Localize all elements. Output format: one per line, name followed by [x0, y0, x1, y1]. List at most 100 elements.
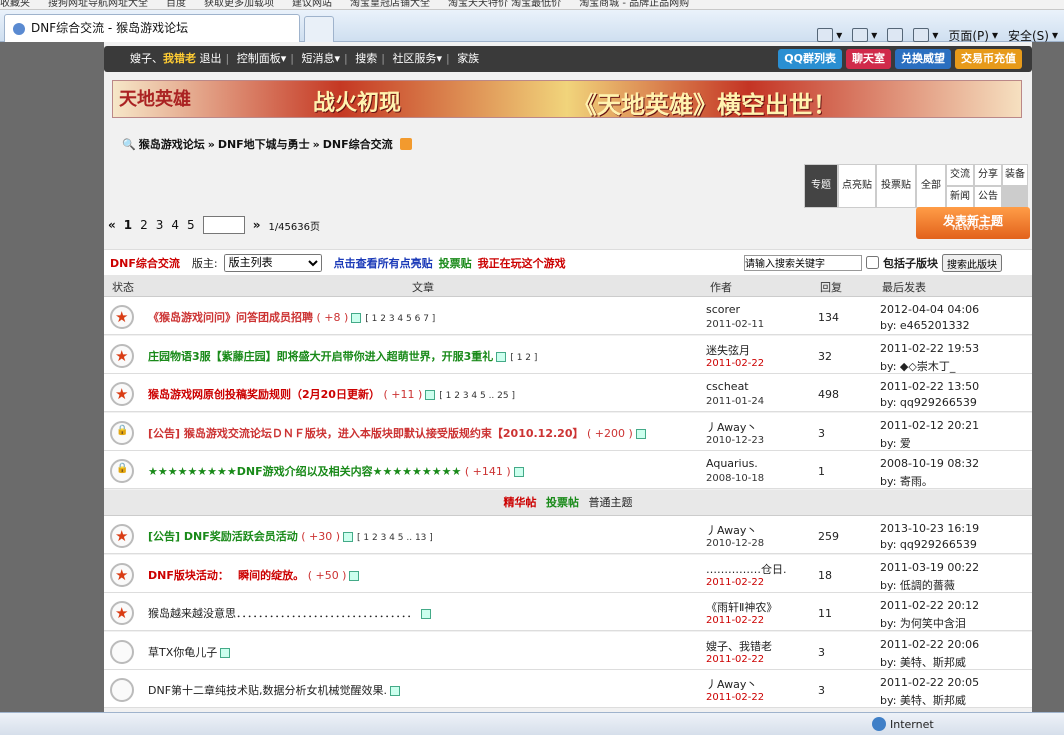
nav-messages[interactable]: 短消息 [301, 52, 334, 65]
breadcrumb-current[interactable]: DNF综合交流 [323, 136, 393, 152]
pager-page-2[interactable]: 2 [140, 218, 148, 232]
filter-equip[interactable]: 装备 [1002, 164, 1028, 186]
favorite-link[interactable]: 淘宝皇冠店铺大全 [350, 0, 430, 9]
topic-row[interactable]: ★★★★★★★★★DNF游戏介绍以及相关内容★★★★★★★★★ ( +141 )… [104, 451, 1032, 489]
topic-author[interactable]: 丿Away丶 [706, 419, 757, 435]
breadcrumb-home[interactable]: 猴岛游戏论坛 [139, 136, 205, 152]
rss-icon[interactable] [399, 138, 412, 150]
pager-next[interactable]: » [253, 218, 261, 232]
last-post-by[interactable]: by: 为何笑中含泪 [880, 615, 966, 631]
topic-title[interactable]: 《猴岛游戏问问》问答团成员招聘 ( +8 )[ 1 2 3 4 5 6 7 ] [148, 309, 435, 325]
topic-row[interactable]: 《猴岛游戏问问》问答团成员招聘 ( +8 )[ 1 2 3 4 5 6 7 ] s… [104, 297, 1032, 335]
filter-all[interactable]: 全部 [916, 164, 946, 208]
nav-logout[interactable]: 退出 [200, 52, 222, 65]
topic-title[interactable]: DNF版块活动： 瞬间的绽放。 ( +50 ) [148, 567, 360, 583]
print-button[interactable]: ▾ [913, 28, 938, 42]
mail-button[interactable] [887, 28, 904, 42]
last-post-time[interactable]: 2011-03-19 00:22 [880, 561, 979, 574]
topic-author[interactable]: scorer [706, 303, 740, 316]
topic-title[interactable]: 猴岛越来越没意思．．．．．．．．．．．．．．．．．．．．．．．．．．．．．．．． [148, 605, 431, 621]
home-button[interactable]: ▾ [817, 28, 842, 42]
last-post-time[interactable]: 2011-02-22 20:05 [880, 676, 979, 689]
last-post-by[interactable]: by: e465201332 [880, 319, 970, 332]
favorite-link[interactable]: 收藏夹 [0, 0, 30, 9]
last-post-by[interactable]: by: ◆◇崇木丁_ [880, 358, 955, 374]
safety-menu[interactable]: 安全(S) ▾ [1008, 27, 1058, 44]
pager-jump-input[interactable] [202, 216, 245, 234]
topic-author[interactable]: 嫂子、我错老 [706, 638, 772, 654]
last-post-by[interactable]: by: 美特、斯邦威 [880, 654, 966, 670]
game-banner[interactable]: 天地英雄 战火初现 《天地英雄》横空出世！ [112, 80, 1022, 119]
playing-link[interactable]: 我正在玩这个游戏 [478, 255, 566, 271]
last-post-time[interactable]: 2011-02-22 13:50 [880, 380, 979, 393]
nav-family[interactable]: 家族 [457, 52, 479, 65]
topic-author[interactable]: cscheat [706, 380, 749, 393]
pager-page-4[interactable]: 4 [171, 218, 179, 232]
top-button[interactable]: QQ群列表 [778, 49, 842, 69]
all-hot-link[interactable]: 点击查看所有点亮贴 [334, 255, 433, 271]
topic-pages[interactable]: [ 1 2 3 4 5 .. 13 ] [357, 533, 433, 543]
nav-services[interactable]: 社区服务 [392, 52, 436, 65]
last-post-by[interactable]: by: qq929266539 [880, 396, 977, 409]
top-button[interactable]: 聊天室 [846, 49, 891, 69]
topic-title[interactable]: 庄园物语3服【紫藤庄园】即将盛大开启带你进入超萌世界，开服3重礼[ 1 2 ] [148, 348, 537, 364]
last-post-time[interactable]: 2008-10-19 08:32 [880, 457, 979, 470]
pager-page-3[interactable]: 3 [156, 218, 164, 232]
filter-share[interactable]: 分享 [974, 164, 1002, 186]
topic-row[interactable]: 草TX你龟儿子 嫂子、我错老 2011-02-22 3 2011-02-22 20:06… [104, 631, 1032, 670]
last-post-time[interactable]: 2012-04-04 04:06 [880, 303, 979, 316]
topic-author[interactable]: 迷失弦月 [706, 342, 750, 358]
last-post-by[interactable]: by: qq929266539 [880, 538, 977, 551]
last-post-time[interactable]: 2011-02-12 20:21 [880, 419, 979, 432]
topic-title[interactable]: [公告] 猴岛游戏交流论坛ＤＮＦ版块，进入本版块即默认接受版规约束【2010.1… [148, 425, 646, 441]
last-post-time[interactable]: 2011-02-22 20:06 [880, 638, 979, 651]
moderator-select[interactable]: 版主列表 [223, 253, 322, 272]
favorite-link[interactable]: 淘宝天天特价 淘宝最低价 [448, 0, 561, 9]
pager-prev[interactable]: « [108, 218, 116, 232]
last-post-by[interactable]: by: 美特、斯邦威 [880, 692, 966, 708]
digest-link[interactable]: 精华帖 [504, 496, 537, 509]
filter-exchange[interactable]: 交流 [946, 164, 974, 186]
search-forum-button[interactable]: 搜索此版块 [942, 253, 1002, 272]
last-post-by[interactable]: by: 爱 [880, 435, 911, 451]
topic-title[interactable]: 草TX你龟儿子 [148, 644, 231, 660]
search-input[interactable] [744, 254, 862, 271]
nav-username[interactable]: 我错老 [163, 52, 196, 65]
top-button[interactable]: 交易币充值 [955, 49, 1022, 69]
vote-filter-link[interactable]: 投票帖 [546, 496, 579, 509]
favorite-link[interactable]: 建议网站 [292, 0, 332, 9]
last-post-time[interactable]: 2011-02-22 20:12 [880, 599, 979, 612]
last-post-time[interactable]: 2013-10-23 16:19 [880, 522, 979, 535]
last-post-time[interactable]: 2011-02-22 19:53 [880, 342, 979, 355]
topic-author[interactable]: Aquarius. [706, 457, 758, 470]
topic-title[interactable]: ★★★★★★★★★DNF游戏介绍以及相关内容★★★★★★★★★ ( +141 ) [148, 463, 524, 479]
new-tab-button[interactable] [304, 16, 334, 42]
topic-row[interactable]: [公告] DNF奖励活跃会员活动 ( +30 )[ 1 2 3 4 5 .. 1… [104, 516, 1032, 554]
topic-author[interactable]: 《雨轩Ⅱ神农》 [706, 599, 777, 615]
filter-topic[interactable]: 专题 [804, 164, 838, 208]
topic-author[interactable]: 丿Away丶 [706, 676, 757, 692]
topic-title[interactable]: DNF第十二章纯技术贴,数据分析女机械觉醒效果. [148, 682, 401, 698]
topic-pages[interactable]: [ 1 2 ] [510, 353, 537, 363]
filter-hot[interactable]: 点亮贴 [838, 164, 876, 208]
vote-link[interactable]: 投票贴 [439, 255, 472, 271]
security-zone[interactable]: Internet [872, 717, 934, 731]
nav-control-panel[interactable]: 控制面板 [237, 52, 281, 65]
topic-row[interactable]: 猴岛越来越没意思．．．．．．．．．．．．．．．．．．．．．．．．．．．．．．．．… [104, 593, 1032, 631]
forum-name[interactable]: DNF综合交流 [110, 255, 180, 271]
pager-page-5[interactable]: 5 [187, 218, 195, 232]
topic-row[interactable]: DNF版块活动： 瞬间的绽放。 ( +50 ) ……………仓日.2011-02-2… [104, 554, 1032, 593]
filter-vote[interactable]: 投票贴 [876, 164, 916, 208]
favorite-link[interactable]: 淘宝商城 - 品牌正品网购 [579, 0, 689, 9]
topic-pages[interactable]: [ 1 2 3 4 5 .. 25 ] [439, 391, 515, 401]
pager-page-1[interactable]: 1 [124, 218, 132, 232]
last-post-by[interactable]: by: 寄雨。 [880, 473, 933, 489]
topic-author[interactable]: ……………仓日. [706, 561, 787, 577]
breadcrumb-section[interactable]: DNF地下城与勇士 [218, 136, 310, 152]
nav-search[interactable]: 搜索 [355, 52, 377, 65]
topic-row[interactable]: [公告] 猴岛游戏交流论坛ＤＮＦ版块，进入本版块即默认接受版规约束【2010.1… [104, 412, 1032, 451]
filter-notice[interactable]: 公告 [974, 186, 1002, 208]
top-button[interactable]: 兑换威望 [895, 49, 951, 69]
topic-pages[interactable]: [ 1 2 3 4 5 6 7 ] [365, 314, 435, 324]
page-menu[interactable]: 页面(P) ▾ [948, 27, 998, 44]
